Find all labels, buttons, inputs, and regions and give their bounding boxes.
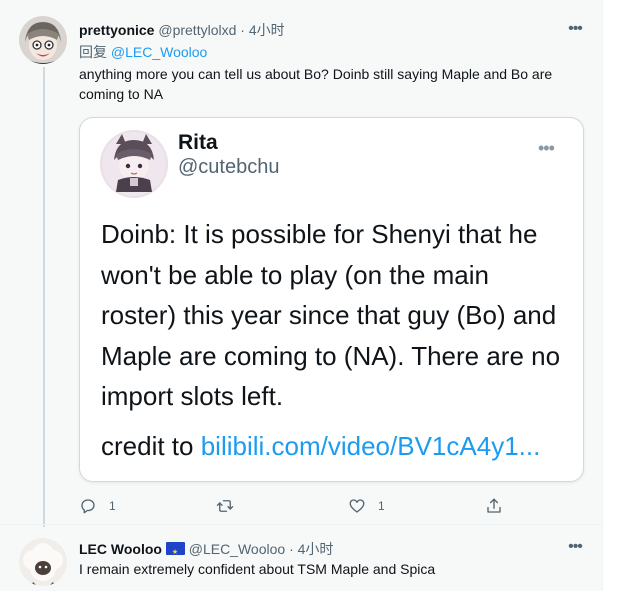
tweet-lec-wooloo[interactable] <box>0 525 602 591</box>
author-handle[interactable]: @prettylolxd <box>158 22 236 38</box>
replying-label: 回复 <box>79 44 107 60</box>
share-icon <box>487 498 501 513</box>
timeline: prettyonice @prettylolxd · 4小时 ••• 回复 @L… <box>0 0 603 591</box>
avatar[interactable] <box>19 16 67 64</box>
tweet2-text: I remain extremely confident about TSM M… <box>79 561 436 577</box>
quoted-tweet-text: Doinb: It is possible for Shenyi that he… <box>101 219 561 411</box>
more-icon[interactable]: ••• <box>565 21 585 40</box>
like-action[interactable]: 1 <box>348 496 385 516</box>
tweet-header: prettyonice @prettylolxd · 4小时 <box>79 21 285 39</box>
quoted-tweet-card[interactable]: Rita @cutebchu ••• Doinb: It is possible… <box>79 117 584 482</box>
share-action[interactable] <box>485 496 503 516</box>
retweet-action[interactable] <box>216 496 234 516</box>
like-icon <box>349 499 365 513</box>
like-count: 1 <box>378 499 385 513</box>
quoted-avatar[interactable] <box>100 130 168 198</box>
quoted-author-handle[interactable]: @cutebchu <box>178 156 279 179</box>
tweet2-header: LEC Wooloo ★ @LEC_Wooloo · 4小时 <box>79 540 333 558</box>
separator-dot: · <box>289 541 294 557</box>
credit-link[interactable]: bilibili.com/video/BV1cA4y1... <box>201 431 541 461</box>
quoted-credit: credit to bilibili.com/video/BV1cA4y1... <box>101 426 571 466</box>
replying-to: 回复 @LEC_Wooloo <box>79 42 207 62</box>
reply-action[interactable]: 1 <box>79 496 116 516</box>
retweet-icon <box>216 500 234 512</box>
avatar-lec-wooloo[interactable] <box>19 538 67 586</box>
more-icon[interactable]: ••• <box>565 539 585 558</box>
author-name[interactable]: LEC Wooloo <box>79 541 162 557</box>
reply-icon <box>81 499 95 514</box>
reply-count: 1 <box>109 499 116 513</box>
replying-mention[interactable]: @LEC_Wooloo <box>111 44 207 60</box>
author-name[interactable]: prettyonice <box>79 22 154 38</box>
tweet-text: anything more you can tell us about Bo? … <box>79 66 553 102</box>
separator-dot: · <box>240 22 245 38</box>
credit-prefix: credit to <box>101 431 201 461</box>
author-handle[interactable]: @LEC_Wooloo <box>189 541 285 557</box>
timestamp[interactable]: 4小时 <box>298 541 334 557</box>
timestamp[interactable]: 4小时 <box>249 22 285 38</box>
tweet-prettyonice[interactable]: prettyonice @prettylolxd · 4小时 ••• 回复 @L… <box>0 0 602 524</box>
quoted-more-icon[interactable]: ••• <box>538 138 566 159</box>
quoted-author-name[interactable]: Rita <box>178 131 218 155</box>
eu-flag-icon: ★ <box>165 542 185 556</box>
